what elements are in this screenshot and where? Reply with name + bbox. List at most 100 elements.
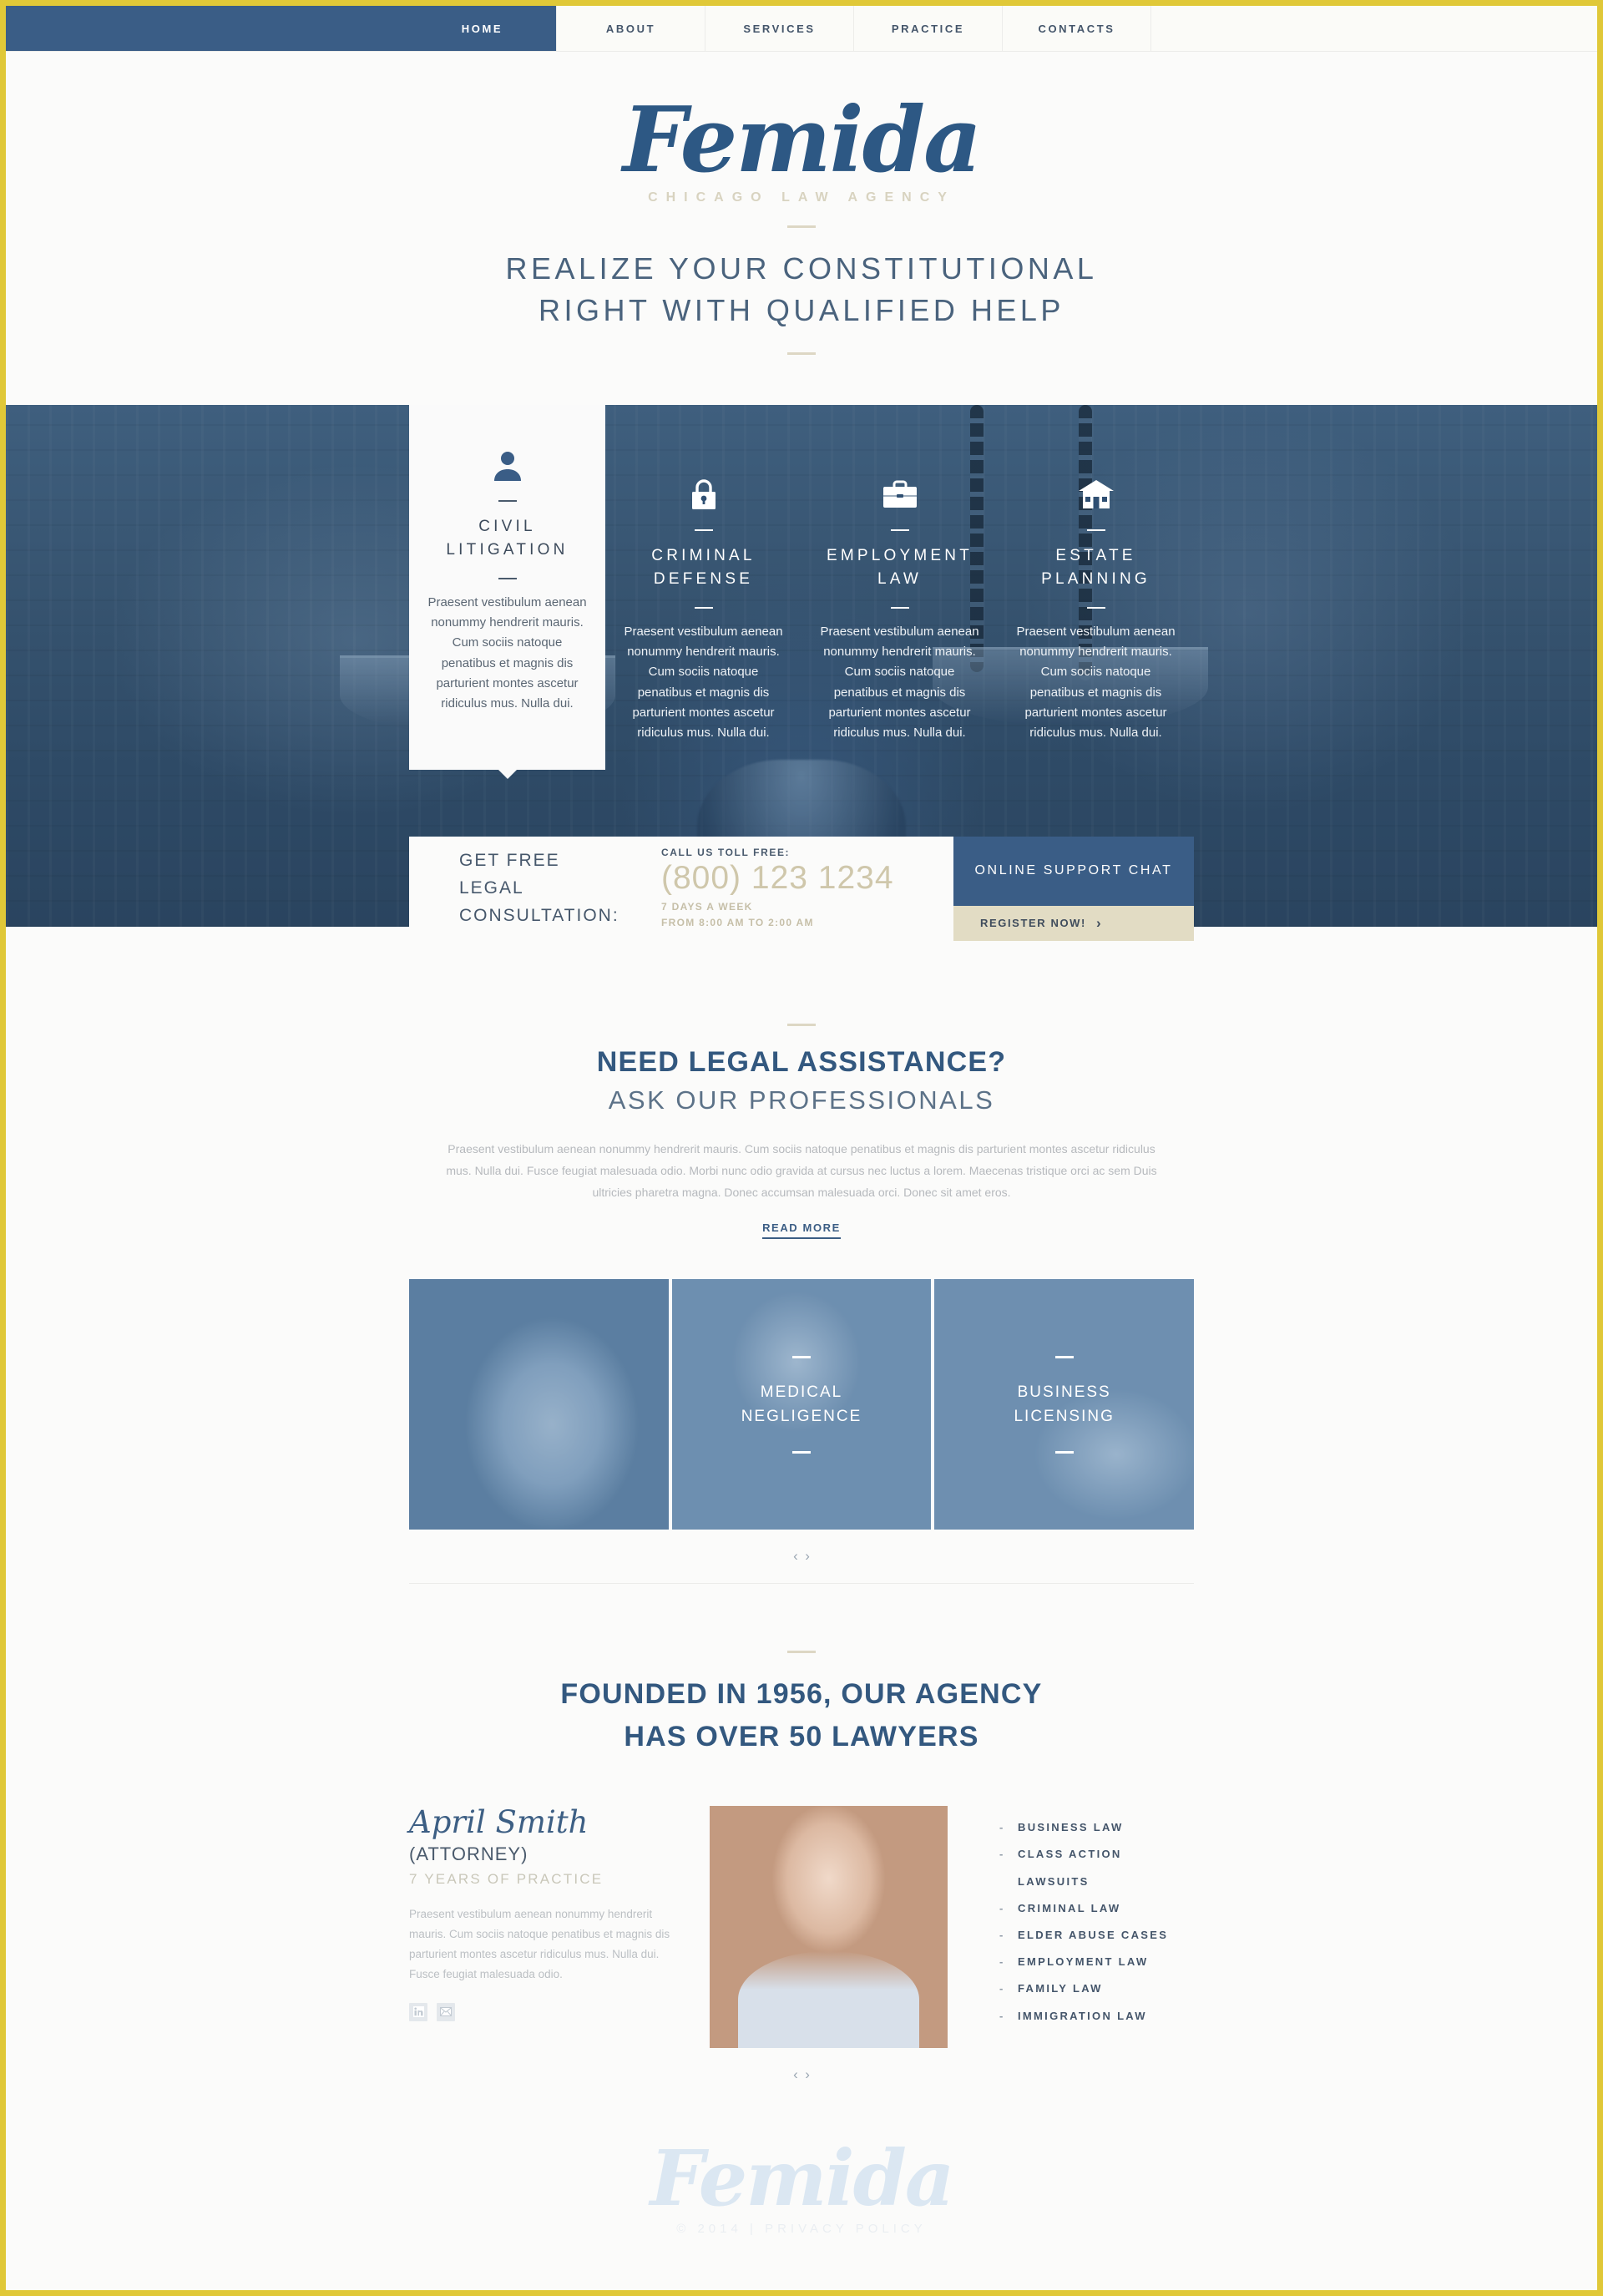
practice-areas-list: BUSINESS LAWCLASS ACTION LAWSUITSCRIMINA… [948, 1806, 1194, 2048]
gallery-tile-title-line-1: MEDICAL [760, 1383, 843, 1402]
card-divider-bottom [498, 577, 517, 579]
cta-hours-line-1: 7 DAYS A WEEK [661, 901, 753, 913]
service-card-title-line-2: PLANNING [1041, 570, 1150, 589]
gallery-tile-title-line-2: NEGLIGENCE [741, 1408, 862, 1426]
card-divider-top [498, 499, 517, 502]
attorney-details: April Smith (ATTORNEY) 7 YEARS OF PRACTI… [409, 1804, 710, 2048]
nav-right-fill [1151, 6, 1597, 51]
service-card-title: ESTATE PLANNING [1016, 544, 1176, 592]
service-card-title-line-2: LITIGATION [446, 541, 569, 559]
site-header: Femida CHICAGO LAW AGENCY REALIZE YOUR C… [6, 52, 1597, 405]
founded-section: FOUNDED IN 1956, OUR AGENCY HAS OVER 50 … [409, 1584, 1194, 1757]
nav-item-about[interactable]: ABOUT [557, 6, 705, 51]
practice-area-item[interactable]: ELDER ABUSE CASES [996, 1922, 1194, 1949]
attorney-photo [710, 1806, 948, 2049]
practice-area-item[interactable]: BUSINESS LAW [996, 1814, 1194, 1841]
service-card[interactable]: CRIMINAL DEFENSE Praesent vestibulum aenea… [605, 434, 802, 770]
nav-item-contacts[interactable]: CONTACTS [1003, 6, 1151, 51]
attorney-experience: 7 YEARS OF PRACTICE [409, 1870, 604, 1887]
service-card[interactable]: EMPLOYMENT LAW Praesent vestibulum aenean … [802, 434, 998, 770]
gallery-tile[interactable]: MEDICAL NEGLIGENCE [671, 1279, 932, 1530]
divider-founded [787, 1651, 816, 1654]
service-card-title: CRIMINAL DEFENSE [624, 544, 783, 592]
attorney-prev-icon[interactable]: ‹ [793, 2066, 798, 2082]
practice-area-item[interactable]: CLASS ACTION LAWSUITS [996, 1841, 1194, 1894]
tagline-line-2: RIGHT WITH QUALIFIED HELP [539, 293, 1064, 328]
practice-area-item[interactable]: EMPLOYMENT LAW [996, 1949, 1194, 1975]
online-support-chat-button[interactable]: ONLINE SUPPORT CHAT [953, 836, 1194, 906]
assistance-section: NEED LEGAL ASSISTANCE? ASK OUR PROFESSIO… [409, 941, 1194, 1240]
register-now-button[interactable]: REGISTER NOW! › [953, 905, 1194, 941]
chevron-right-icon: › [1095, 914, 1103, 931]
privacy-policy-link[interactable]: PRIVACY POLICY [765, 2222, 927, 2236]
practice-area-item[interactable]: FAMILY LAW [996, 1975, 1194, 2002]
gallery-next-icon[interactable]: › [805, 1548, 810, 1564]
gallery-tile[interactable] [409, 1279, 669, 1530]
cta-phone-block: CALL US TOLL FREE: (800) 123 1234 7 DAYS… [661, 847, 894, 930]
practice-area-item[interactable]: CRIMINAL LAW [996, 1895, 1194, 1922]
nav-item-services[interactable]: SERVICES [705, 6, 854, 51]
card-divider-top [694, 528, 713, 531]
founded-line-2: HAS OVER 50 LAWYERS [624, 1720, 979, 1752]
cta-hours-line-2: FROM 8:00 AM TO 2:00 AM [661, 916, 814, 928]
service-card-text: Praesent vestibulum aenean nonummy hendr… [820, 624, 979, 741]
tagline-line-1: REALIZE YOUR CONSTITUTIONAL [505, 251, 1098, 286]
linkedin-icon[interactable] [409, 2002, 427, 2021]
service-card-title-line-2: DEFENSE [653, 570, 754, 589]
nav-item-practice[interactable]: PRACTICE [854, 6, 1003, 51]
person-icon [427, 445, 587, 485]
assistance-title: NEED LEGAL ASSISTANCE? [596, 1045, 1007, 1078]
cta-phone-number[interactable]: (800) 123 1234 [661, 858, 894, 899]
service-cards: CIVIL LITIGATION Praesent vestibulum aenea… [409, 404, 1194, 770]
service-card-text: Praesent vestibulum aenean nonummy hendr… [1016, 624, 1176, 741]
tile-divider-bottom [792, 1450, 811, 1454]
gallery-tile-title-line-1: BUSINESS [1017, 1383, 1111, 1402]
service-card-title-line-1: ESTATE [1055, 546, 1136, 564]
gallery-tile-title: BUSINESS LICENSING [1014, 1380, 1114, 1429]
email-icon[interactable] [437, 2002, 455, 2021]
main-navigation: HOME ABOUT SERVICES PRACTICE CONTACTS [6, 6, 1597, 52]
card-divider-bottom [694, 606, 713, 609]
gallery-tile[interactable]: BUSINESS LICENSING [934, 1279, 1195, 1530]
nav-items: HOME ABOUT SERVICES PRACTICE CONTACTS [408, 6, 1151, 51]
attorney-name: April Smith [409, 1804, 589, 1841]
site-logo-subtitle: CHICAGO LAW AGENCY [648, 190, 955, 205]
gallery-tile-overlay [409, 1279, 669, 1530]
assistance-subtitle: ASK OUR PROFESSIONALS [608, 1085, 995, 1115]
footer-logo: Femida [650, 2133, 954, 2224]
founded-heading: FOUNDED IN 1956, OUR AGENCY HAS OVER 50 … [409, 1673, 1194, 1757]
practice-area-item[interactable]: IMMIGRATION LAW [996, 2003, 1194, 2030]
attorney-next-icon[interactable]: › [805, 2066, 810, 2082]
footer-copyright: © 2014 | PRIVACY POLICY [6, 2222, 1597, 2236]
card-divider-bottom [1086, 606, 1105, 609]
service-card-text: Praesent vestibulum aenean nonummy hendr… [427, 594, 587, 711]
service-card-title-line-1: CIVIL [478, 517, 536, 535]
attorney-social-links [409, 2002, 685, 2021]
divider-top [787, 225, 816, 228]
cta-headline: GET FREE LEGAL CONSULTATION: [459, 847, 618, 929]
cta-phone-label: CALL US TOLL FREE: [661, 847, 791, 859]
service-card-title-line-1: EMPLOYMENT [826, 546, 973, 564]
service-card[interactable]: CIVIL LITIGATION Praesent vestibulum aenea… [409, 404, 605, 770]
nav-item-home[interactable]: HOME [408, 6, 557, 51]
gallery-tile-title-line-2: LICENSING [1014, 1408, 1115, 1426]
divider-assistance [787, 1023, 816, 1026]
attorney-role: (ATTORNEY) [409, 1843, 528, 1864]
founded-line-1: FOUNDED IN 1956, OUR AGENCY [560, 1678, 1043, 1711]
service-card-title-line-1: CRIMINAL [651, 546, 756, 564]
read-more-link[interactable]: READ MORE [762, 1221, 841, 1240]
gallery-prev-icon[interactable]: ‹ [793, 1548, 798, 1564]
house-icon [1016, 474, 1176, 514]
footer-separator: | [750, 2222, 757, 2237]
assistance-body: Praesent vestibulum aenean nonummy hendr… [446, 1141, 1157, 1199]
service-card-title: CIVIL LITIGATION [427, 515, 587, 563]
cta-action-panel: ONLINE SUPPORT CHAT REGISTER NOW! › [953, 836, 1194, 941]
service-card-title: EMPLOYMENT LAW [820, 544, 979, 592]
service-card-text: Praesent vestibulum aenean nonummy hendr… [624, 624, 783, 741]
briefcase-icon [820, 474, 979, 514]
cta-info-panel: GET FREE LEGAL CONSULTATION: CALL US TOL… [409, 836, 953, 941]
service-card[interactable]: ESTATE PLANNING Praesent vestibulum aenean… [998, 434, 1194, 770]
card-divider-bottom [890, 606, 909, 609]
site-logo[interactable]: Femida [6, 95, 1597, 185]
cta-hours: 7 DAYS A WEEK FROM 8:00 AM TO 2:00 AM [661, 899, 894, 930]
